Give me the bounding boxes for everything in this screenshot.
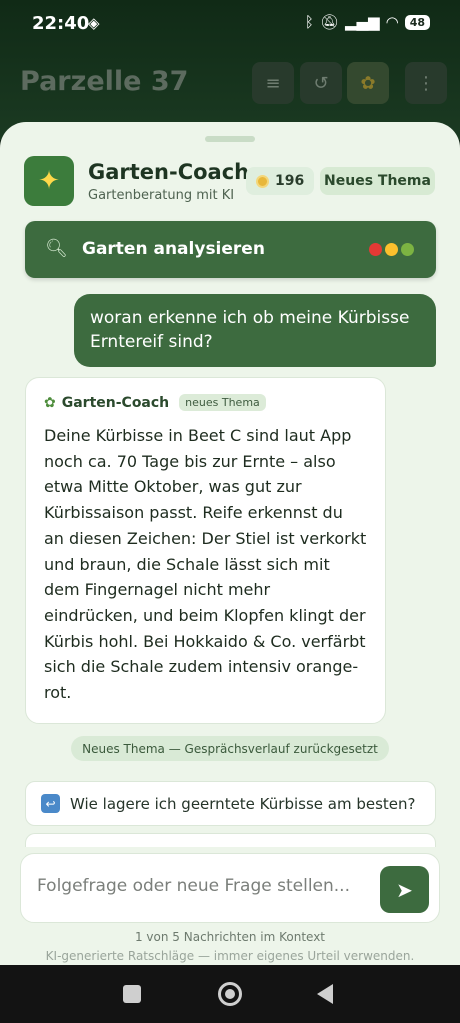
coach-title: Garten-Coach xyxy=(88,160,250,184)
sprout-icon: ✿ xyxy=(44,394,56,411)
history-button[interactable]: ↺ xyxy=(300,62,342,104)
garden-coach-button[interactable]: ✿ xyxy=(347,62,389,104)
question-input[interactable] xyxy=(37,876,367,896)
coach-sheet: ✦ Garten-Coach Gartenberatung mit KI 196… xyxy=(0,122,460,965)
suggestion-chip[interactable]: ↩ Wie lagere ich geerntete Kürbisse am b… xyxy=(25,781,436,826)
battery-icon: 48 xyxy=(404,14,430,30)
red-dot-icon xyxy=(369,243,382,256)
background-app-header: 22:40 ◈ ᛒ 🔕︎ ▂▄▆ ◠ 48 Parzelle 37 ≡ ↺ ✿ … xyxy=(0,0,460,140)
coin-count: 196 xyxy=(275,173,305,189)
nfc-icon: ◈ xyxy=(88,14,100,32)
history-reset-notice: Neues Thema — Gesprächsverlauf zurückges… xyxy=(71,736,389,761)
coach-message-text: Deine Kürbisse in Beet C sind laut App n… xyxy=(44,426,367,703)
user-message: woran erkenne ich ob meine Kürbisse Ernt… xyxy=(74,294,436,367)
ai-disclaimer: KI-generierte Ratschläge — immer eigenes… xyxy=(45,949,415,963)
traffic-light-dots xyxy=(369,243,414,256)
app-title: Parzelle 37 xyxy=(20,66,189,97)
analyze-garden-label: Garten analysieren xyxy=(82,239,265,259)
back-icon[interactable] xyxy=(317,984,333,1004)
send-button[interactable]: ➤ xyxy=(380,866,429,913)
search-icon: 🔍︎ xyxy=(45,238,68,259)
notes-button[interactable]: ≡ xyxy=(252,62,294,104)
sprout-sparkle-icon: ✦ xyxy=(24,156,74,206)
send-icon: ➤ xyxy=(396,877,413,902)
coach-message-header: ✿ Garten-Coach neues Thema xyxy=(44,394,367,411)
suggestion-label: Wie lagere ich geerntete Kürbisse am bes… xyxy=(70,794,416,813)
home-icon[interactable] xyxy=(218,982,242,1006)
signal-icon: ▂▄▆ xyxy=(344,13,380,31)
coach-subtitle: Gartenberatung mit KI xyxy=(88,188,235,203)
status-icons: ᛒ 🔕︎ ▂▄▆ ◠ 48 xyxy=(305,13,430,31)
new-topic-tag: neues Thema xyxy=(179,394,266,411)
system-nav-bar xyxy=(0,965,460,1023)
status-bar: 22:40 ◈ ᛒ 🔕︎ ▂▄▆ ◠ 48 xyxy=(0,0,460,46)
yellow-dot-icon xyxy=(385,243,398,256)
green-dot-icon xyxy=(401,243,414,256)
status-time: 22:40 xyxy=(32,13,90,34)
home-inner-dot xyxy=(225,989,235,999)
return-arrow-icon: ↩ xyxy=(41,794,60,813)
coach-message-author: Garten-Coach xyxy=(61,394,170,411)
suggestion-chip-partial[interactable] xyxy=(25,833,436,847)
question-input-container: ➤ xyxy=(20,853,440,923)
coach-message-card: ✿ Garten-Coach neues Thema Deine Kürbiss… xyxy=(25,377,386,724)
new-topic-button[interactable]: Neues Thema xyxy=(320,167,435,195)
wifi-icon: ◠ xyxy=(385,13,399,31)
sheet-drag-handle[interactable] xyxy=(205,136,255,142)
mute-icon: 🔕︎ xyxy=(319,13,339,31)
more-menu-button[interactable]: ⋮ xyxy=(405,62,447,104)
more-vert-icon: ⋮ xyxy=(417,72,435,94)
coin-balance: 196 xyxy=(246,167,315,195)
recents-icon[interactable] xyxy=(123,985,141,1003)
coin-icon xyxy=(256,174,269,188)
analyze-garden-button[interactable]: 🔍︎ Garten analysieren xyxy=(25,221,436,278)
context-info: 1 von 5 Nachrichten im Kontext xyxy=(134,930,325,944)
history-icon: ↺ xyxy=(313,72,329,94)
sprout-icon: ✿ xyxy=(360,72,376,94)
bluetooth-icon: ᛒ xyxy=(304,13,314,31)
edit-list-icon: ≡ xyxy=(265,72,281,94)
